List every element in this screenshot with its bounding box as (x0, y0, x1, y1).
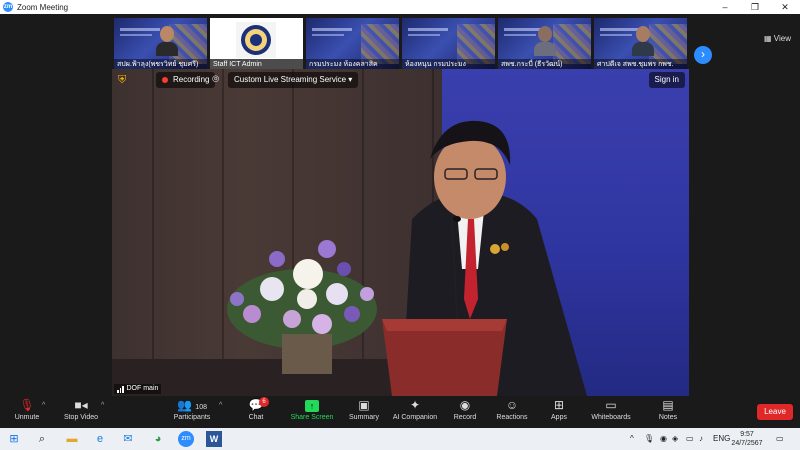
windows-taskbar: ⊞ ⌕ ▬ e ✉ ◕ zm W ^ 🎙 ◉ ◈ ▭ ♪ ENG 9:57 24… (0, 428, 800, 450)
clock-time: 9:57 (740, 431, 754, 438)
live-stream-icon: ⦾ (212, 74, 220, 84)
zoom-taskbar-icon[interactable]: zm (178, 431, 194, 447)
participant-tile[interactable]: กรมประมง ห้องคลาสิค (306, 18, 399, 70)
ai-companion-icon: ✦ (409, 398, 421, 412)
notification-icon[interactable]: ▭ (776, 431, 784, 447)
volume-icon[interactable]: ♪ (699, 431, 703, 447)
participant-video (156, 26, 178, 56)
gallery-strip: สปผ.ฟ้าลุง(พชรวิทย์ ชุมศรี) Staff ICT Ad… (0, 14, 800, 70)
recording-indicator[interactable]: Recording (156, 72, 216, 88)
record-button[interactable]: ◉ Record (450, 397, 480, 427)
chevron-up-icon[interactable]: ^ (219, 402, 222, 409)
participant-tile[interactable]: สพช.กระบี่ (ธีรวัฒน์) (498, 18, 591, 70)
participant-tile[interactable]: ศาปดีเจ สพช.ชุมพร กพช. (594, 18, 687, 70)
window-controls: – ❐ ✕ (710, 0, 800, 14)
mic-muted-icon: 🎙 (19, 398, 35, 412)
chat-button[interactable]: 💬 6 Chat (240, 397, 272, 427)
close-button[interactable]: ✕ (770, 0, 800, 14)
view-button[interactable]: ▦ View (764, 34, 791, 43)
signal-strength-icon (117, 385, 124, 393)
chrome-browser-icon[interactable]: ◕ (150, 431, 166, 447)
video-overlay-bar: ⛨ Recording ⦾ Custom Live Streaming Serv… (116, 72, 685, 88)
zoom-app-icon: zm (3, 2, 13, 12)
search-icon[interactable]: ⌕ (34, 431, 50, 447)
share-screen-icon: ↑ (290, 397, 334, 413)
chevron-up-icon[interactable]: ^ (101, 402, 104, 409)
shield-icon[interactable]: ⛨ (118, 74, 129, 86)
mic-tray-icon[interactable]: 🎙 (644, 431, 654, 447)
chevron-down-icon: ▾ (348, 75, 353, 84)
participant-video (632, 26, 654, 56)
participant-count: 108 (195, 404, 207, 411)
mail-icon[interactable]: ✉ (120, 431, 136, 447)
whiteboard-icon: ▭ (605, 398, 617, 412)
live-streaming-dropdown[interactable]: Custom Live Streaming Service ▾ (228, 72, 359, 88)
file-explorer-icon[interactable]: ▬ (64, 431, 80, 447)
recording-label: Recording (173, 75, 210, 84)
view-label: View (773, 34, 791, 43)
participant-tile[interactable]: ห้องหนุน กรมประมง (402, 18, 495, 70)
record-dot-icon (162, 77, 168, 83)
notes-icon: ▤ (662, 398, 674, 412)
title-bar: zm Zoom Meeting – ❐ ✕ (0, 0, 800, 14)
speaker-name-tag: DOF main (114, 384, 162, 394)
reactions-button[interactable]: ☺ Reactions (494, 397, 530, 427)
video-camera-icon: ■◂ (74, 398, 88, 412)
participants-icon: 👥 108 (177, 398, 207, 412)
ai-companion-button[interactable]: ✦ AI Companion (390, 397, 440, 427)
share-screen-button[interactable]: ↑ Share Screen (290, 397, 334, 427)
clock-date: 24/7/2567 (731, 440, 763, 447)
chat-badge: 6 (259, 397, 269, 407)
tray-chevron-up-icon[interactable]: ^ (630, 431, 634, 447)
edge-browser-icon[interactable]: e (92, 431, 108, 447)
stop-video-button[interactable]: ■◂ Stop Video (58, 397, 104, 427)
system-clock[interactable]: 9:57 24/7/2567 (728, 430, 766, 448)
speaker-scene (227, 120, 587, 396)
main-video: ⛨ Recording ⦾ Custom Live Streaming Serv… (112, 69, 689, 396)
word-icon[interactable]: W (206, 431, 222, 447)
stream-label: Custom Live Streaming Service (234, 75, 347, 84)
participant-tile[interactable]: สปผ.ฟ้าลุง(พชรวิทย์ ชุมศรี) (114, 18, 207, 70)
participant-tile[interactable]: Staff ICT Admin (210, 18, 303, 70)
sign-in-button[interactable]: Sign in (648, 72, 685, 88)
chevron-right-icon[interactable]: › (694, 46, 712, 64)
zoom-tray-icon[interactable]: ◉ (660, 431, 667, 447)
meeting-toolbar: 🎙 Unmute ^ ■◂ Stop Video ^ 👥 108 Partici… (0, 396, 800, 428)
participant-video (534, 26, 556, 56)
reactions-icon: ☺ (505, 398, 519, 412)
minimize-button[interactable]: – (710, 0, 740, 14)
windows-start-icon[interactable]: ⊞ (6, 431, 22, 447)
maximize-button[interactable]: ❐ (740, 0, 770, 14)
apps-button[interactable]: ⊞ Apps (546, 397, 572, 427)
summary-button[interactable]: ▣ Summary (346, 397, 382, 427)
whiteboards-button[interactable]: ▭ Whiteboards (588, 397, 634, 427)
chevron-up-icon[interactable]: ^ (42, 402, 45, 409)
speaker-name: DOF main (126, 385, 159, 392)
app-tray-icon[interactable]: ◈ (672, 431, 678, 447)
summary-icon: ▣ (358, 398, 370, 412)
flower-arrangement (227, 240, 377, 374)
unmute-button[interactable]: 🎙 Unmute (8, 397, 46, 427)
network-icon[interactable]: ▭ (686, 431, 694, 447)
window-title: Zoom Meeting (17, 2, 69, 12)
leave-button[interactable]: Leave (757, 404, 793, 420)
department-seal-logo (236, 22, 276, 58)
notes-button[interactable]: ▤ Notes (654, 397, 682, 427)
apps-icon: ⊞ (553, 398, 565, 412)
participants-button[interactable]: 👥 108 Participants (170, 397, 214, 427)
record-icon: ◉ (459, 398, 471, 412)
